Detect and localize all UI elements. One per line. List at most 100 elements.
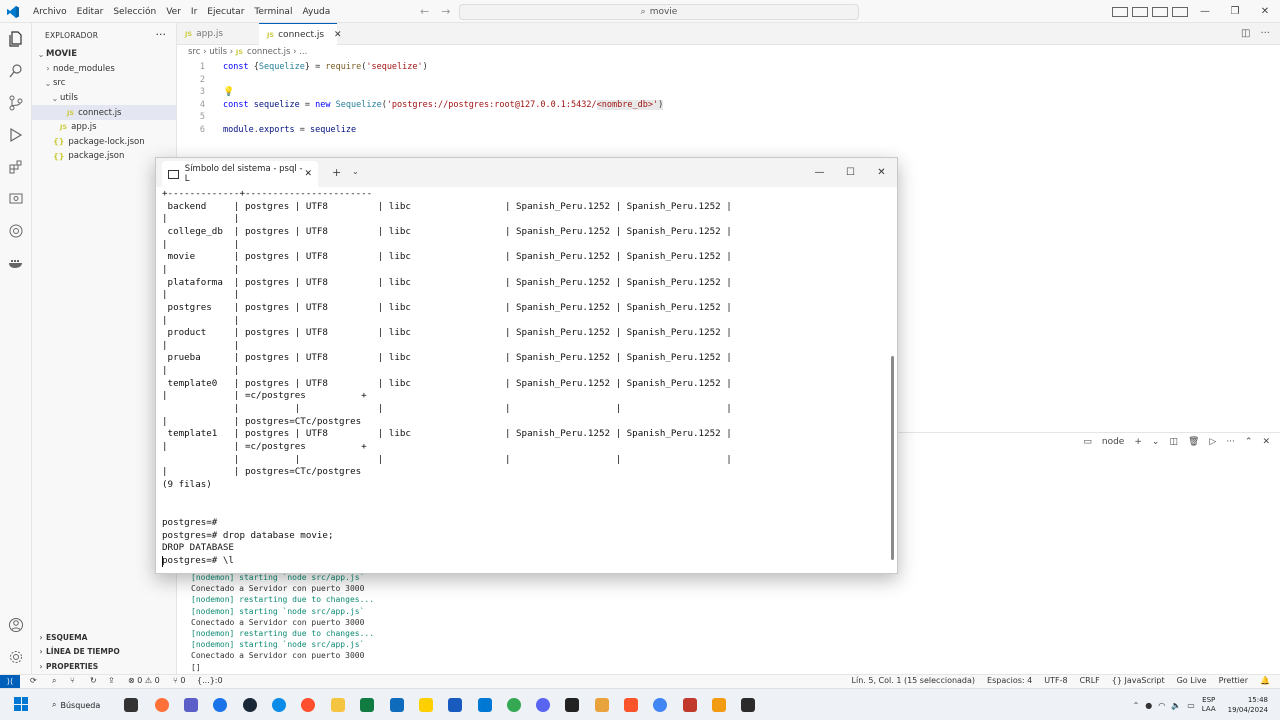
excel-icon[interactable] (360, 698, 374, 712)
remote-explorer-icon[interactable] (8, 191, 24, 207)
toggle-secondary-sidebar-icon[interactable] (1152, 6, 1168, 17)
docker-icon[interactable] (8, 255, 24, 271)
tab-app-js[interactable]: JS app.js (177, 23, 259, 45)
more-actions-icon[interactable]: ··· (156, 28, 167, 41)
tree-item[interactable]: › node_modules (32, 62, 176, 77)
tree-item[interactable]: JS app.js (32, 120, 176, 135)
volume-icon[interactable]: 🔈 (1171, 701, 1181, 710)
taskbar-search[interactable]: ⌕ Búsqueda (42, 695, 112, 715)
menu-ver[interactable]: Ver (161, 7, 186, 17)
windows-start-icon[interactable] (14, 697, 28, 711)
explorer-icon[interactable] (8, 31, 24, 47)
tab-dropdown-icon[interactable]: ⌄ (352, 167, 359, 176)
clock[interactable]: 15:48 19/04/2024 (1228, 695, 1268, 715)
chrome-profile-icon[interactable] (507, 698, 521, 712)
maximize-panel-icon[interactable]: ⌃ (1245, 437, 1253, 447)
back-arrow-icon[interactable]: ← (420, 5, 429, 18)
close-icon[interactable]: ✕ (866, 167, 897, 178)
copilot-icon[interactable] (8, 223, 24, 239)
tree-item[interactable]: ⌄ utils (32, 91, 176, 106)
refresh-icon[interactable]: ↻ (90, 676, 97, 685)
breadcrumb-item[interactable]: ... (299, 47, 307, 57)
app-icon[interactable] (712, 698, 726, 712)
chevron-up-icon[interactable]: ⌃ (1133, 701, 1140, 710)
terminal-name[interactable]: node (1102, 437, 1124, 447)
wifi-icon[interactable]: ◠ (1158, 701, 1165, 710)
battery-icon[interactable]: ▭ (1187, 701, 1195, 710)
forward-arrow-icon[interactable]: → (441, 5, 450, 18)
firefox-dev-icon[interactable] (301, 698, 315, 712)
restore-icon[interactable]: ❐ (1220, 6, 1250, 17)
steam-icon[interactable] (243, 698, 257, 712)
terminal-icon[interactable] (741, 698, 755, 712)
command-center-search[interactable]: ⌕ movie (459, 4, 859, 20)
edge-icon[interactable] (272, 698, 286, 712)
prettier[interactable]: Prettier (1219, 676, 1248, 685)
new-terminal-icon[interactable]: + (1134, 437, 1142, 447)
ports-status[interactable]: ⑂ 0 (173, 676, 185, 685)
language-mode[interactable]: {} JavaScript (1112, 676, 1165, 685)
word-icon[interactable] (448, 698, 462, 712)
tray-app-icon[interactable]: ● (1145, 701, 1152, 710)
toggle-panel-icon[interactable] (1132, 6, 1148, 17)
encoding[interactable]: UTF-8 (1044, 676, 1067, 685)
customize-layout-icon[interactable] (1172, 6, 1188, 17)
menu-archivo[interactable]: Archivo (28, 7, 72, 17)
menu-ir[interactable]: Ir (186, 7, 202, 17)
tree-item[interactable]: ⌄ MOVIE (32, 47, 176, 62)
scrollbar[interactable] (891, 356, 894, 560)
chrome-icon[interactable] (653, 698, 667, 712)
source-control-icon[interactable] (8, 95, 24, 111)
outline-section[interactable]: › ESQUEMA (32, 630, 177, 644)
firefox-icon[interactable] (155, 698, 169, 712)
search-icon[interactable] (8, 63, 24, 79)
extensions-icon[interactable] (8, 159, 24, 175)
menu-seleccion[interactable]: Selección (108, 7, 161, 17)
line-ending[interactable]: CRLF (1080, 676, 1100, 685)
split-terminal-icon[interactable]: ◫ (1169, 437, 1178, 447)
split-editor-icon[interactable]: ◫ (1241, 28, 1250, 39)
menu-editar[interactable]: Editar (72, 7, 109, 17)
sync-icon[interactable]: ⟳ (30, 676, 37, 685)
trash-icon[interactable]: 🗑 (1188, 437, 1199, 447)
account-icon[interactable] (8, 617, 24, 633)
cursor-position[interactable]: Lín. 5, Col. 1 (15 seleccionada) (852, 676, 976, 685)
brave-icon[interactable] (624, 698, 638, 712)
lightbulb-icon[interactable]: 💡 (223, 87, 234, 97)
run-icon[interactable]: ▷ (1209, 437, 1216, 447)
task-view-icon[interactable] (124, 698, 138, 712)
discord-icon[interactable] (536, 698, 550, 712)
more-actions-icon[interactable]: ··· (1260, 28, 1270, 39)
remote-indicator-icon[interactable]: ⟩⟨ (0, 675, 20, 689)
tree-item[interactable]: {} package-lock.json (32, 135, 176, 150)
breadcrumb-item[interactable]: utils (209, 47, 227, 57)
terminal-output[interactable]: [nodemon] starting `node src/app.js` Cone… (191, 572, 374, 673)
chrome-icon[interactable] (213, 698, 227, 712)
outlook-icon[interactable] (390, 698, 404, 712)
minimize-icon[interactable]: — (1190, 6, 1220, 17)
vscode-icon[interactable] (478, 698, 492, 712)
app-icon[interactable] (595, 698, 609, 712)
notifications-icon[interactable]: 🔔 (1260, 676, 1270, 685)
language-indicator[interactable]: ESP LAA (1202, 696, 1216, 714)
search-icon[interactable]: ⌕ (52, 676, 56, 686)
toggle-sidebar-icon[interactable] (1112, 6, 1128, 17)
problems-status[interactable]: ⊗ 0 ⚠ 0 (128, 676, 160, 685)
tree-item[interactable]: ⌄ src (32, 76, 176, 91)
menu-ayuda[interactable]: Ayuda (297, 7, 335, 17)
new-tab-icon[interactable]: + (332, 166, 341, 179)
menu-terminal[interactable]: Terminal (249, 7, 297, 17)
breadcrumb-item[interactable]: connect.js (247, 47, 290, 57)
git-icon[interactable]: ⑂ (70, 676, 75, 685)
settings-gear-icon[interactable] (8, 649, 24, 665)
share-icon[interactable]: ⇪ (108, 676, 115, 685)
go-live[interactable]: Go Live (1177, 676, 1207, 685)
breadcrumb-item[interactable]: src (188, 47, 200, 57)
workspace-status[interactable]: {...}:0 (197, 676, 223, 685)
file-explorer-icon[interactable] (331, 698, 345, 712)
tab-connect-js[interactable]: JS connect.js ✕ (259, 23, 342, 45)
indentation[interactable]: Espacios: 4 (987, 676, 1032, 685)
menu-ejecutar[interactable]: Ejecutar (202, 7, 249, 17)
minimize-icon[interactable]: — (804, 167, 835, 178)
close-icon[interactable]: ✕ (1250, 6, 1280, 17)
